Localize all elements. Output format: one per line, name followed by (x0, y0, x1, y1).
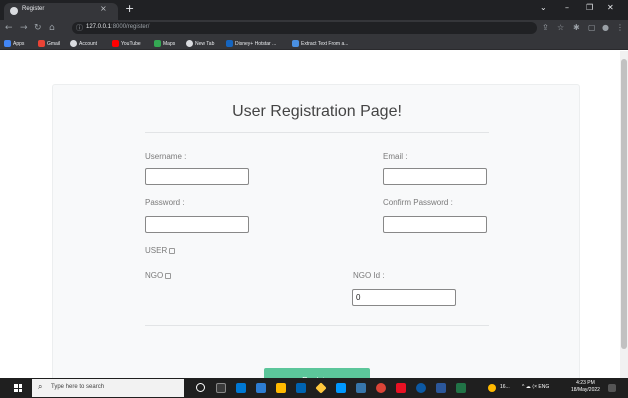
edge-icon[interactable] (416, 383, 426, 393)
task-app-1-icon[interactable] (236, 383, 246, 393)
home-icon[interactable]: ⌂ (49, 23, 55, 33)
globe-icon (70, 40, 77, 47)
vscode-icon[interactable] (336, 383, 346, 393)
task-app-2-icon[interactable] (256, 383, 266, 393)
browser-tab-register[interactable]: Register × (4, 3, 118, 20)
new-tab-button[interactable]: + (125, 3, 134, 14)
chrome-icon[interactable] (376, 383, 386, 393)
task-view-icon[interactable] (216, 383, 226, 393)
document-icon (292, 40, 299, 47)
bookmark-maps[interactable]: Maps (154, 39, 175, 48)
bookmark-hotstar[interactable]: Disney+ Hotstar ... (226, 39, 276, 48)
bookmarks-bar: Apps Gmail Account YouTube Maps New Tab … (0, 37, 628, 50)
close-window-button[interactable]: ✕ (607, 4, 614, 12)
task-app-4-icon[interactable] (296, 383, 306, 393)
sidebar-icon[interactable]: ▢ (588, 23, 596, 33)
cortana-icon[interactable] (196, 383, 205, 392)
menu-icon[interactable]: ⋮ (616, 23, 624, 33)
title-divider (145, 132, 489, 133)
browser-tab-strip: Register × + ⌄ – ❐ ✕ (0, 0, 628, 20)
ngo-id-label: NGO Id : (353, 271, 385, 280)
user-checkbox-row[interactable]: USER (145, 246, 176, 255)
form-divider (145, 325, 489, 326)
taskbar-search-placeholder: Type here to search (51, 384, 105, 390)
reload-icon[interactable]: ↻ (34, 23, 42, 33)
globe-icon (186, 40, 193, 47)
user-label: USER (145, 246, 168, 255)
profile-avatar-icon[interactable]: ● (602, 23, 609, 33)
ngo-id-input[interactable] (352, 289, 456, 306)
minimize-button[interactable]: – (565, 4, 569, 12)
hotstar-icon (226, 40, 233, 47)
weather-icon[interactable] (488, 384, 496, 392)
apps-grid-icon (4, 40, 11, 47)
windows-taskbar: ⌕ Type here to search 16... ^ ☁ ⟨× ENG 4… (0, 378, 628, 398)
file-explorer-icon[interactable] (276, 383, 286, 393)
extensions-icon[interactable]: ✱ (573, 23, 580, 33)
excel-icon[interactable] (456, 383, 466, 393)
browser-toolbar: ← → ↻ ⌂ ⓘ 127.0.0.1:8000/register/ ⇪ ☆ ✱… (0, 20, 628, 37)
clock-time: 4:23 PM (576, 380, 595, 386)
password-label: Password : (145, 198, 185, 207)
page-viewport: User Registration Page! Username : Email… (0, 51, 620, 378)
windows-start-icon[interactable] (14, 384, 22, 392)
forward-icon[interactable]: → (20, 23, 28, 33)
register-button[interactable]: Register (264, 368, 370, 378)
password-input[interactable] (145, 216, 249, 233)
bookmark-youtube[interactable]: YouTube (112, 39, 141, 48)
weather-text[interactable]: 16... (500, 384, 510, 390)
email-label: Email : (383, 152, 408, 161)
task-app-9-icon[interactable] (396, 383, 406, 393)
bookmark-star-icon[interactable]: ☆ (557, 23, 564, 33)
user-checkbox[interactable] (169, 247, 176, 254)
notifications-icon[interactable] (608, 384, 616, 392)
restore-button[interactable]: ❐ (586, 4, 593, 12)
username-input[interactable] (145, 168, 249, 185)
word-icon[interactable] (436, 383, 446, 393)
system-tray-icons[interactable]: ^ ☁ ⟨× ENG (522, 384, 549, 390)
confirm-password-input[interactable] (383, 216, 487, 233)
share-icon[interactable]: ⇪ (542, 23, 549, 33)
bookmark-extract-text[interactable]: Extract Text From a... (292, 39, 348, 48)
tab-search-icon[interactable]: ⌄ (540, 4, 547, 12)
info-icon[interactable]: ⓘ (76, 23, 83, 33)
bookmark-apps[interactable]: Apps (4, 39, 24, 48)
close-tab-icon[interactable]: × (100, 4, 107, 13)
back-icon[interactable]: ← (5, 23, 13, 33)
youtube-icon (112, 40, 119, 47)
email-input[interactable] (383, 168, 487, 185)
address-bar[interactable]: ⓘ 127.0.0.1:8000/register/ (72, 22, 537, 34)
registration-card: User Registration Page! Username : Email… (52, 84, 580, 378)
python-icon[interactable] (356, 383, 366, 393)
username-label: Username : (145, 152, 187, 161)
confirm-password-label: Confirm Password : (383, 198, 453, 207)
search-icon: ⌕ (38, 382, 43, 391)
ngo-checkbox-row[interactable]: NGO (145, 271, 172, 280)
scrollbar-thumb[interactable] (621, 59, 627, 349)
url-text[interactable]: 127.0.0.1:8000/register/ (86, 24, 149, 30)
ngo-label: NGO (145, 271, 164, 280)
page-title: User Registration Page! (232, 103, 402, 120)
taskbar-clock[interactable]: 4:23 PM 18/May/2022 (571, 380, 600, 394)
page-scrollbar[interactable] (620, 51, 628, 378)
taskbar-search-box[interactable]: ⌕ Type here to search (32, 379, 184, 397)
tab-title: Register (22, 6, 45, 12)
task-app-5-icon[interactable] (315, 382, 327, 394)
bookmark-gmail[interactable]: Gmail (38, 39, 60, 48)
bookmark-account[interactable]: Account (70, 39, 97, 48)
globe-icon (10, 7, 18, 15)
maps-icon (154, 40, 161, 47)
clock-date: 18/May/2022 (571, 387, 600, 393)
ngo-checkbox[interactable] (165, 272, 172, 279)
bookmark-new-tab[interactable]: New Tab (186, 39, 214, 48)
gmail-icon (38, 40, 45, 47)
